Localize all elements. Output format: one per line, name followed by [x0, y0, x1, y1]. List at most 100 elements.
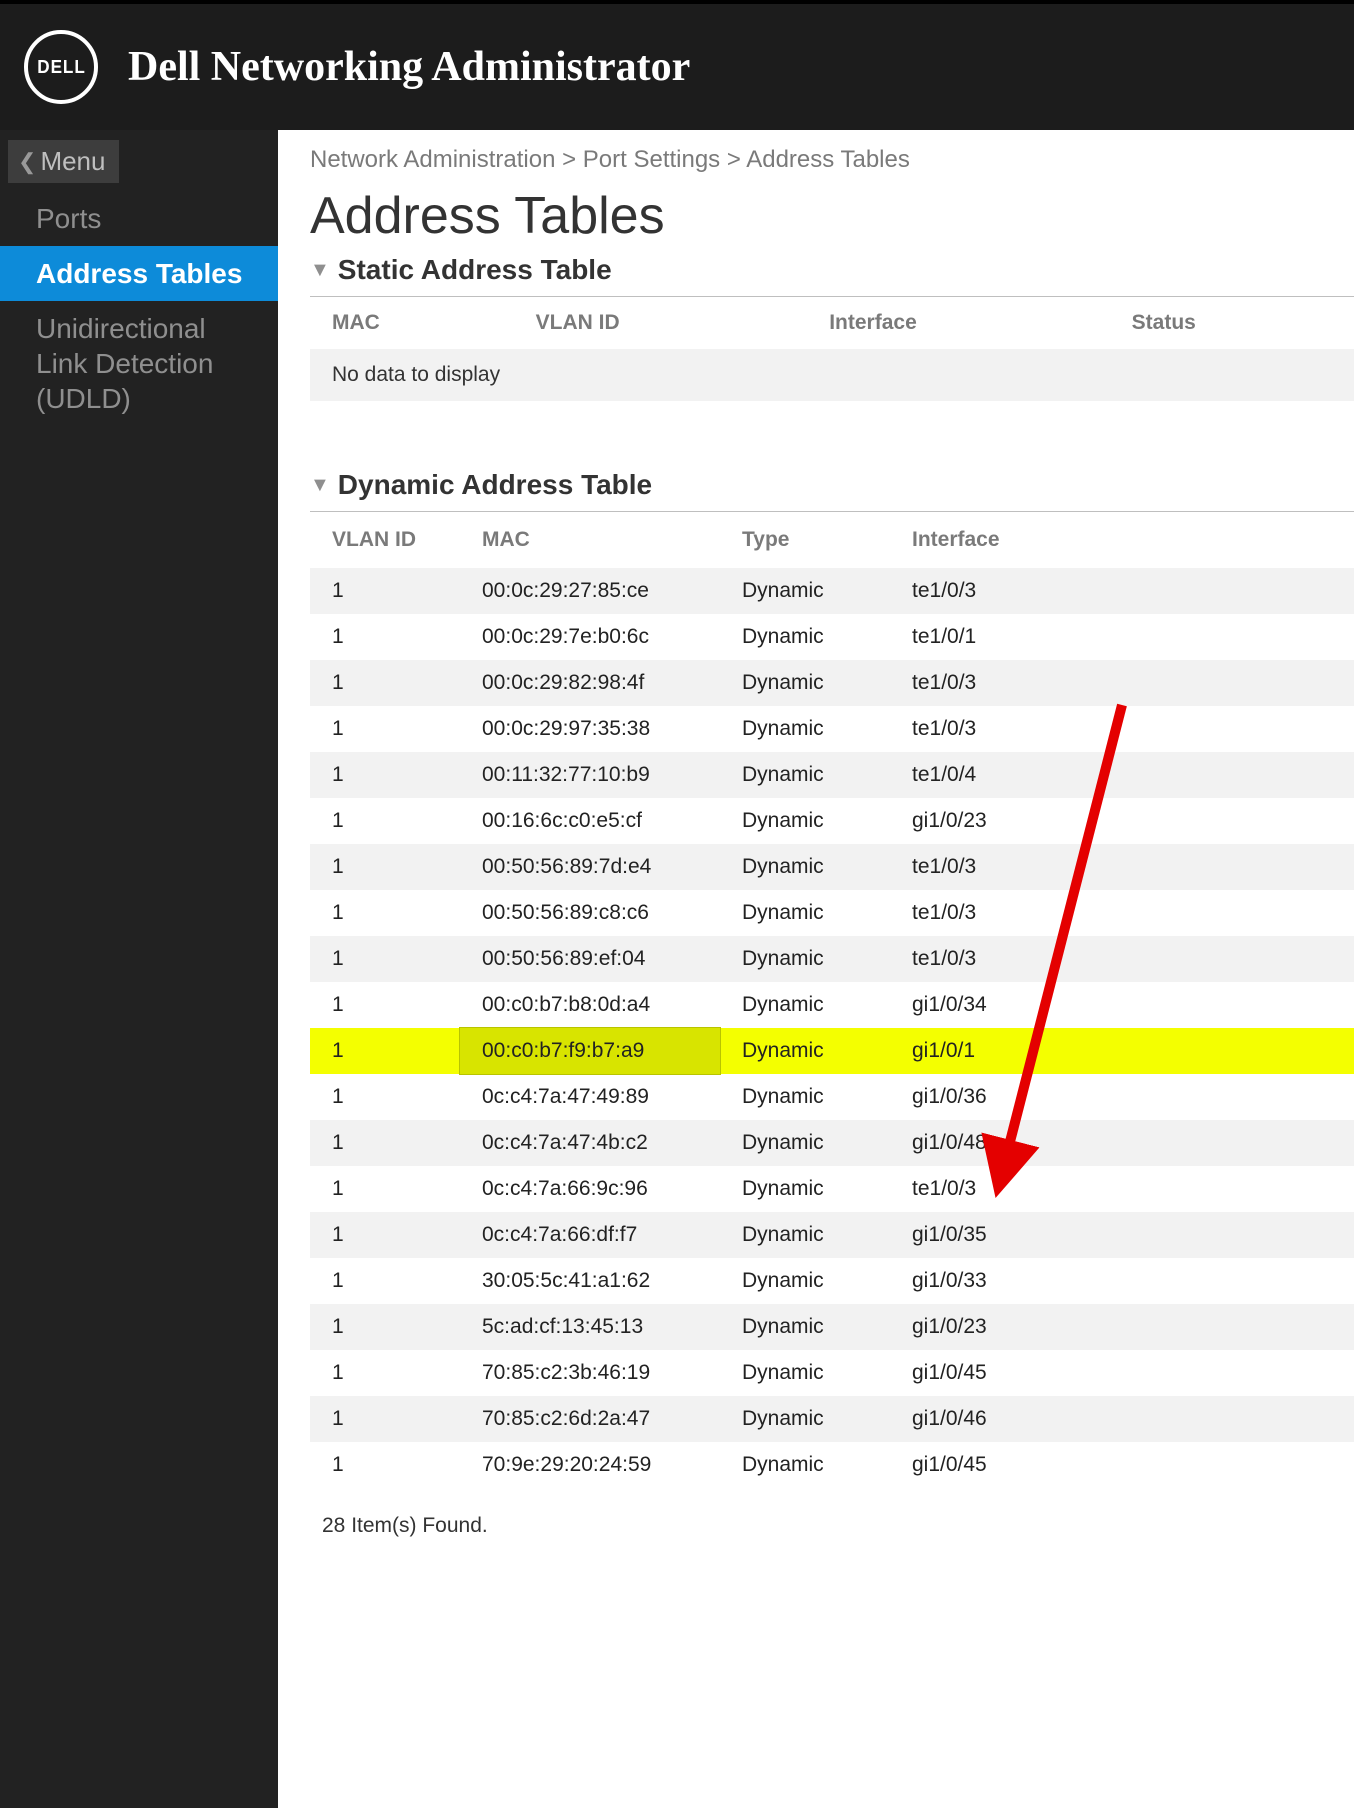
column-header[interactable]: VLAN ID — [514, 297, 808, 349]
table-row[interactable]: 100:0c:29:97:35:38Dynamicte1/0/3 — [310, 706, 1354, 752]
vlan-cell: 1 — [310, 1304, 460, 1350]
static-address-table: MACVLAN IDInterfaceStatus — [310, 297, 1354, 349]
vlan-cell: 1 — [310, 1120, 460, 1166]
menu-label: Menu — [40, 146, 105, 177]
static-address-section-header[interactable]: ▼ Static Address Table — [310, 254, 1354, 297]
chevron-down-icon: ▼ — [310, 474, 330, 497]
iface-cell: te1/0/3 — [890, 660, 1354, 706]
static-table-empty: No data to display — [310, 349, 1354, 401]
table-row[interactable]: 100:50:56:89:c8:c6Dynamicte1/0/3 — [310, 890, 1354, 936]
type-cell: Dynamic — [720, 982, 890, 1028]
type-cell: Dynamic — [720, 706, 890, 752]
vlan-cell: 1 — [310, 936, 460, 982]
table-row[interactable]: 130:05:5c:41:a1:62Dynamicgi1/0/33 — [310, 1258, 1354, 1304]
iface-cell: gi1/0/48 — [890, 1120, 1354, 1166]
table-row[interactable]: 10c:c4:7a:47:4b:c2Dynamicgi1/0/48 — [310, 1120, 1354, 1166]
column-header[interactable]: Type — [720, 512, 890, 569]
table-row[interactable]: 100:c0:b7:f9:b7:a9Dynamicgi1/0/1 — [310, 1028, 1354, 1074]
iface-cell: te1/0/3 — [890, 936, 1354, 982]
table-row[interactable]: 100:50:56:89:ef:04Dynamicte1/0/3 — [310, 936, 1354, 982]
table-row[interactable]: 100:0c:29:27:85:ceDynamicte1/0/3 — [310, 568, 1354, 614]
mac-cell: 00:c0:b7:f9:b7:a9 — [460, 1028, 720, 1074]
iface-cell: te1/0/3 — [890, 1166, 1354, 1212]
main-content: Network Administration > Port Settings >… — [278, 130, 1354, 1808]
column-header[interactable]: Interface — [807, 297, 1109, 349]
mac-cell: 0c:c4:7a:47:49:89 — [460, 1074, 720, 1120]
vlan-cell: 1 — [310, 1258, 460, 1304]
column-header[interactable]: Interface — [890, 512, 1354, 569]
iface-cell: te1/0/1 — [890, 614, 1354, 660]
column-header[interactable]: VLAN ID — [310, 512, 460, 569]
menu-back-button[interactable]: ❮ Menu — [8, 140, 119, 183]
table-row[interactable]: 15c:ad:cf:13:45:13Dynamicgi1/0/23 — [310, 1304, 1354, 1350]
mac-cell: 0c:c4:7a:66:9c:96 — [460, 1166, 720, 1212]
sidebar-item-unidirectional-link-detection-udld[interactable]: Unidirectional Link Detection (UDLD) — [0, 301, 278, 426]
mac-cell: 0c:c4:7a:47:4b:c2 — [460, 1120, 720, 1166]
breadcrumb: Network Administration > Port Settings >… — [310, 146, 1354, 174]
sidebar-item-ports[interactable]: Ports — [0, 191, 278, 246]
dynamic-table-footer: 28 Item(s) Found. — [310, 1488, 1354, 1538]
type-cell: Dynamic — [720, 1074, 890, 1120]
type-cell: Dynamic — [720, 568, 890, 614]
iface-cell: gi1/0/45 — [890, 1350, 1354, 1396]
mac-cell: 00:0c:29:27:85:ce — [460, 568, 720, 614]
vlan-cell: 1 — [310, 752, 460, 798]
type-cell: Dynamic — [720, 936, 890, 982]
column-header[interactable]: MAC — [460, 512, 720, 569]
dynamic-address-section-header[interactable]: ▼ Dynamic Address Table — [310, 469, 1354, 511]
table-row[interactable]: 170:85:c2:3b:46:19Dynamicgi1/0/45 — [310, 1350, 1354, 1396]
static-section-label: Static Address Table — [338, 254, 612, 286]
vlan-cell: 1 — [310, 798, 460, 844]
type-cell: Dynamic — [720, 1304, 890, 1350]
table-row[interactable]: 100:50:56:89:7d:e4Dynamicte1/0/3 — [310, 844, 1354, 890]
mac-cell: 00:0c:29:82:98:4f — [460, 660, 720, 706]
mac-cell: 00:c0:b7:b8:0d:a4 — [460, 982, 720, 1028]
type-cell: Dynamic — [720, 1258, 890, 1304]
column-header[interactable]: Status — [1110, 297, 1354, 349]
iface-cell: gi1/0/23 — [890, 1304, 1354, 1350]
iface-cell: gi1/0/23 — [890, 798, 1354, 844]
type-cell: Dynamic — [720, 798, 890, 844]
vlan-cell: 1 — [310, 660, 460, 706]
column-header[interactable]: MAC — [310, 297, 514, 349]
mac-cell: 00:50:56:89:c8:c6 — [460, 890, 720, 936]
table-row[interactable]: 100:c0:b7:b8:0d:a4Dynamicgi1/0/34 — [310, 982, 1354, 1028]
type-cell: Dynamic — [720, 1396, 890, 1442]
top-bar: DELL Dell Networking Administrator — [0, 0, 1354, 130]
mac-cell: 00:0c:29:97:35:38 — [460, 706, 720, 752]
dynamic-address-table: VLAN IDMACTypeInterface 100:0c:29:27:85:… — [310, 511, 1354, 1488]
vlan-cell: 1 — [310, 1396, 460, 1442]
iface-cell: gi1/0/46 — [890, 1396, 1354, 1442]
table-row[interactable]: 170:85:c2:6d:2a:47Dynamicgi1/0/46 — [310, 1396, 1354, 1442]
iface-cell: gi1/0/35 — [890, 1212, 1354, 1258]
type-cell: Dynamic — [720, 1442, 890, 1488]
iface-cell: gi1/0/34 — [890, 982, 1354, 1028]
vlan-cell: 1 — [310, 890, 460, 936]
mac-cell: 00:50:56:89:7d:e4 — [460, 844, 720, 890]
type-cell: Dynamic — [720, 1350, 890, 1396]
vlan-cell: 1 — [310, 1442, 460, 1488]
table-row[interactable]: 100:11:32:77:10:b9Dynamicte1/0/4 — [310, 752, 1354, 798]
sidebar-item-address-tables[interactable]: Address Tables — [0, 246, 278, 301]
vlan-cell: 1 — [310, 1166, 460, 1212]
mac-cell: 0c:c4:7a:66:df:f7 — [460, 1212, 720, 1258]
mac-cell: 5c:ad:cf:13:45:13 — [460, 1304, 720, 1350]
table-row[interactable]: 10c:c4:7a:66:df:f7Dynamicgi1/0/35 — [310, 1212, 1354, 1258]
chevron-down-icon: ▼ — [310, 259, 330, 282]
type-cell: Dynamic — [720, 614, 890, 660]
type-cell: Dynamic — [720, 1028, 890, 1074]
table-row[interactable]: 170:9e:29:20:24:59Dynamicgi1/0/45 — [310, 1442, 1354, 1488]
vlan-cell: 1 — [310, 1028, 460, 1074]
table-row[interactable]: 100:0c:29:82:98:4fDynamicte1/0/3 — [310, 660, 1354, 706]
chevron-left-icon: ❮ — [18, 149, 36, 175]
type-cell: Dynamic — [720, 844, 890, 890]
type-cell: Dynamic — [720, 890, 890, 936]
table-row[interactable]: 10c:c4:7a:47:49:89Dynamicgi1/0/36 — [310, 1074, 1354, 1120]
type-cell: Dynamic — [720, 1120, 890, 1166]
iface-cell: gi1/0/36 — [890, 1074, 1354, 1120]
vlan-cell: 1 — [310, 1212, 460, 1258]
table-row[interactable]: 10c:c4:7a:66:9c:96Dynamicte1/0/3 — [310, 1166, 1354, 1212]
iface-cell: te1/0/4 — [890, 752, 1354, 798]
table-row[interactable]: 100:16:6c:c0:e5:cfDynamicgi1/0/23 — [310, 798, 1354, 844]
table-row[interactable]: 100:0c:29:7e:b0:6cDynamicte1/0/1 — [310, 614, 1354, 660]
